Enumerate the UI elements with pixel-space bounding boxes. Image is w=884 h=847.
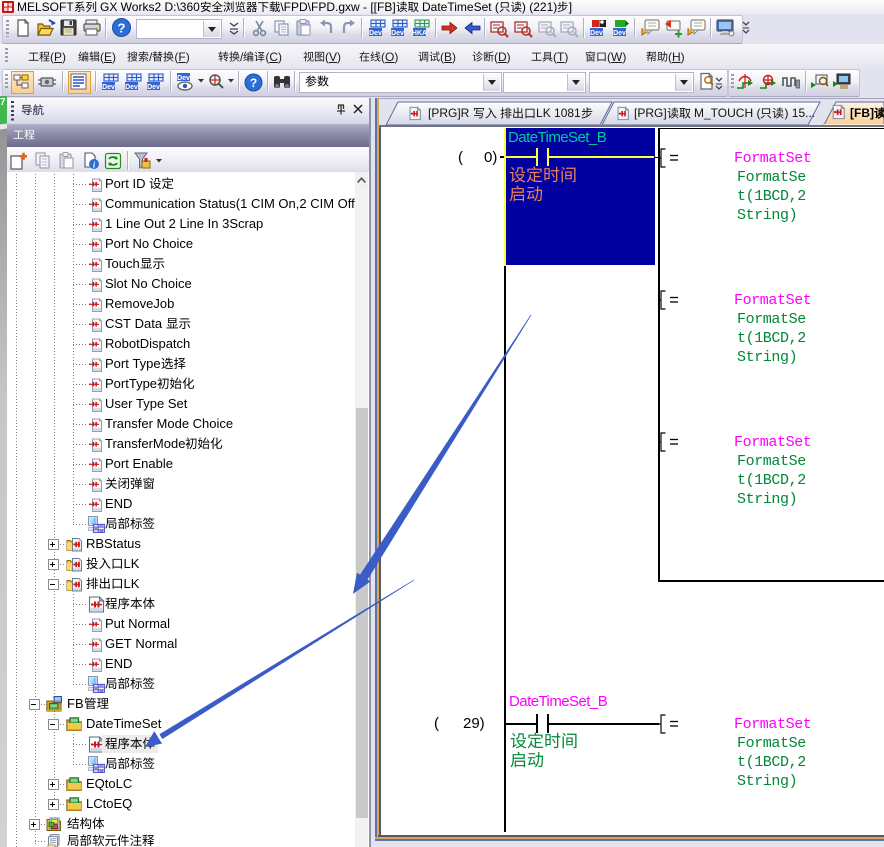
svg-text:Dev: Dev	[177, 75, 190, 82]
svg-text:HKA: HKA	[412, 30, 427, 37]
svg-text:?: ?	[118, 21, 126, 36]
svg-text:Dev: Dev	[125, 84, 138, 91]
svg-text:Dev: Dev	[613, 30, 626, 37]
svg-text:?: ?	[250, 76, 257, 90]
svg-text:Dev: Dev	[147, 84, 160, 91]
svg-text:Dev: Dev	[369, 30, 382, 37]
svg-text:Dev: Dev	[391, 30, 404, 37]
svg-text:Dev: Dev	[102, 84, 115, 91]
svg-text:Dev: Dev	[590, 30, 603, 37]
